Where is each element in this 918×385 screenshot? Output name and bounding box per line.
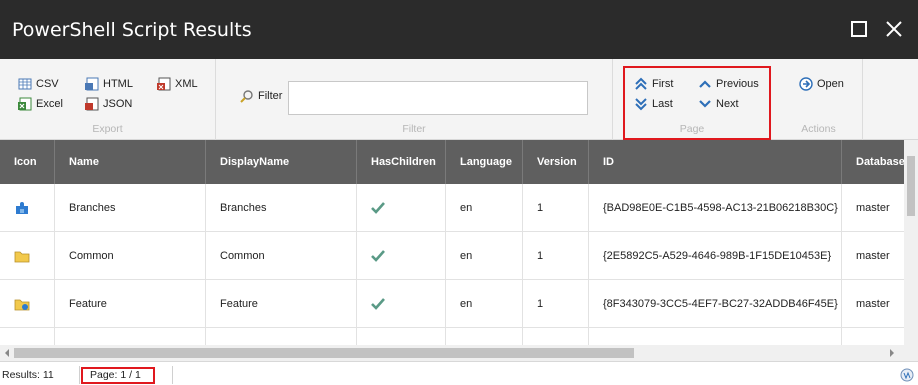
column-header-database[interactable]: Database <box>842 140 904 184</box>
page-group-highlight <box>623 66 771 140</box>
xml-icon <box>157 77 171 91</box>
export-json-button[interactable]: JSON <box>85 97 132 111</box>
check-icon <box>371 202 385 214</box>
cell-version: 1 <box>523 184 589 232</box>
cell-display-name: Common <box>206 232 357 280</box>
html-label: HTML <box>103 78 133 90</box>
xml-label: XML <box>175 78 198 90</box>
actions-group-label: Actions <box>801 123 836 135</box>
horizontal-scrollbar[interactable] <box>0 345 904 361</box>
export-csv-button[interactable]: CSV <box>18 77 59 91</box>
export-html-button[interactable]: HTML <box>85 77 133 91</box>
cell-display-name: Feature <box>206 280 357 328</box>
json-label: JSON <box>103 98 133 110</box>
csv-label: CSV <box>36 78 59 90</box>
excel-icon <box>18 97 32 111</box>
vertical-scroll-thumb[interactable] <box>907 156 915 216</box>
filter-group-label: Filter <box>402 123 426 135</box>
scroll-corner <box>904 345 918 361</box>
column-header-haschildren[interactable]: HasChildren <box>357 140 446 184</box>
cell-database: master <box>856 202 890 214</box>
vertical-scrollbar[interactable] <box>904 140 918 345</box>
window-title: PowerShell Script Results <box>12 18 252 41</box>
feature-folder-icon <box>14 299 30 311</box>
column-header-icon[interactable]: Icon <box>0 140 55 184</box>
page-indicator-highlight <box>81 367 155 384</box>
export-xml-button[interactable]: XML <box>157 77 198 91</box>
cell-language: en <box>446 280 523 328</box>
cell-version: 1 <box>523 232 589 280</box>
open-button[interactable]: Open <box>799 77 844 91</box>
column-header-name[interactable]: Name <box>55 140 206 184</box>
filter-label: Filter <box>240 89 282 103</box>
open-arrow-icon <box>799 77 813 91</box>
cell-name: Feature <box>55 280 206 328</box>
status-divider <box>172 366 173 384</box>
filter-label-text: Filter <box>258 90 283 102</box>
title-bar: PowerShell Script Results <box>0 0 918 59</box>
cell-id: {8F343079-3CC5-4EF7-BC27-32ADDB46F45E} <box>589 280 842 328</box>
csv-icon <box>18 78 32 90</box>
cell-name: Branches <box>55 184 206 232</box>
puzzle-icon <box>16 202 28 215</box>
scroll-right-icon[interactable] <box>888 349 896 357</box>
cell-id: {BAD98E0E-C1B5-4598-AC13-21B06218B30C} <box>589 184 842 232</box>
cell-version: 1 <box>523 280 589 328</box>
export-group-label: Export <box>92 123 123 135</box>
search-icon <box>240 90 253 103</box>
status-bar: Results: 11 Page: 1 / 1 <box>0 361 918 385</box>
json-icon <box>85 97 99 111</box>
cell-name: Common <box>55 232 206 280</box>
maximize-icon[interactable] <box>849 19 869 39</box>
column-header-language[interactable]: Language <box>446 140 523 184</box>
cell-language: en <box>446 184 523 232</box>
export-excel-button[interactable]: Excel <box>18 97 63 111</box>
excel-label: Excel <box>36 98 63 110</box>
horizontal-scroll-thumb[interactable] <box>14 348 634 358</box>
table-header: Icon Name DisplayName HasChildren Langua… <box>0 140 904 184</box>
resize-grip-icon[interactable] <box>900 368 914 382</box>
cell-language: en <box>446 232 523 280</box>
html-icon <box>85 77 99 91</box>
check-icon <box>371 298 385 310</box>
column-header-displayname[interactable]: DisplayName <box>206 140 357 184</box>
actions-group: Open Actions <box>775 59 863 140</box>
scroll-left-icon[interactable] <box>3 349 11 357</box>
table-row[interactable]: Common Common en 1 {2E5892C5-A529-4646-9… <box>0 232 904 280</box>
table-row[interactable]: Branches Branches en 1 {BAD98E0E-C1B5-45… <box>0 184 904 232</box>
results-count: Results: 11 <box>2 366 80 384</box>
folder-icon <box>14 251 30 263</box>
cell-database: master <box>856 298 890 310</box>
table-row[interactable]: Feature Feature en 1 {8F343079-3CC5-4EF7… <box>0 280 904 328</box>
export-group: CSV Excel HTML JSON XML Export <box>0 59 216 140</box>
ribbon-toolbar: CSV Excel HTML JSON XML Export Filter Fi… <box>0 59 918 140</box>
cell-display-name: Branches <box>206 184 357 232</box>
check-icon <box>371 250 385 262</box>
filter-input[interactable] <box>288 81 588 115</box>
table-row-partial <box>0 328 904 345</box>
column-header-version[interactable]: Version <box>523 140 589 184</box>
cell-id: {2E5892C5-A529-4646-989B-1F15DE10453E} <box>589 232 842 280</box>
close-icon[interactable] <box>884 19 904 39</box>
open-label: Open <box>817 78 844 90</box>
cell-database: master <box>856 250 890 262</box>
column-header-id[interactable]: ID <box>589 140 842 184</box>
